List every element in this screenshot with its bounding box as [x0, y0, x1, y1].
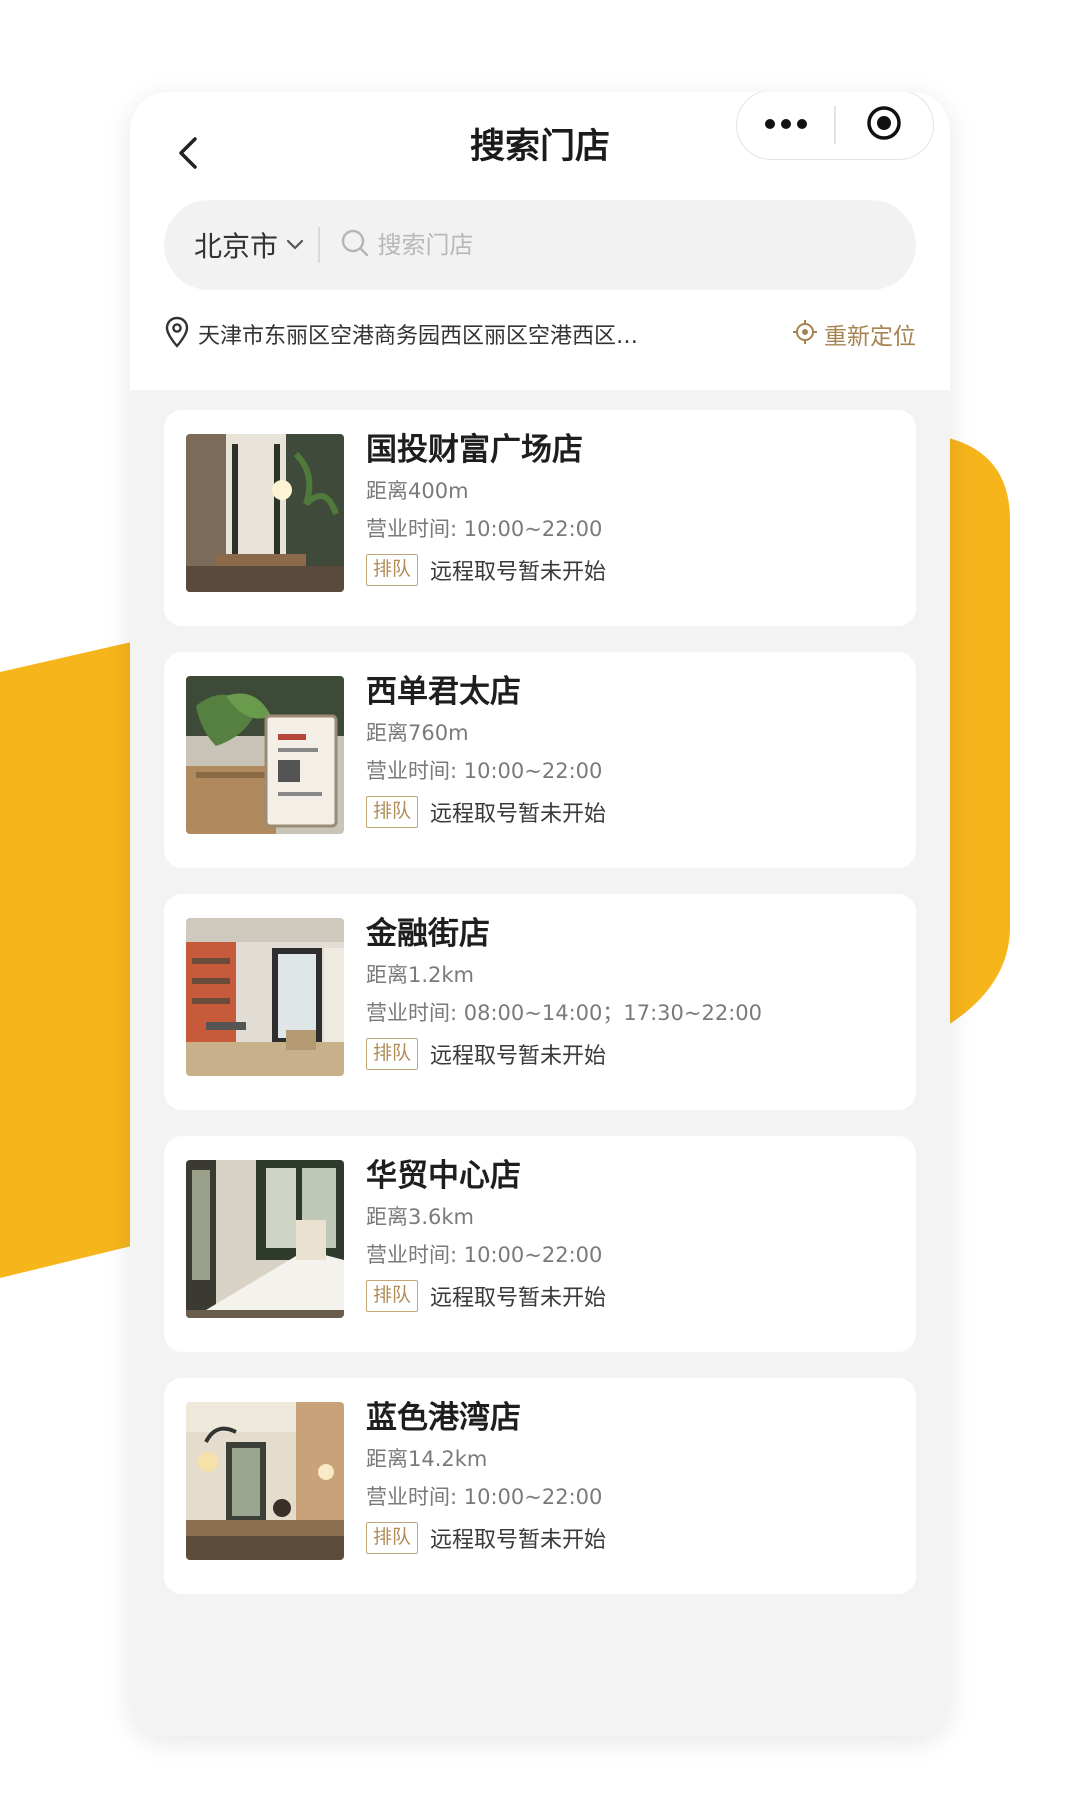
store-photo: [186, 676, 344, 834]
store-card[interactable]: 国投财富广场店 距离400m 营业时间: 10:00~22:00 排队 远程取号…: [164, 410, 916, 626]
close-mini-program-button[interactable]: [836, 92, 933, 159]
more-button[interactable]: [737, 92, 834, 159]
queue-status: 远程取号暂未开始: [430, 802, 607, 827]
search-field[interactable]: [340, 200, 916, 290]
relocate-label: 重新定位: [824, 324, 916, 350]
store-distance: 距离14.2km: [366, 1447, 488, 1471]
city-selector[interactable]: 北京市: [164, 200, 318, 290]
store-name: 西单君太店: [366, 674, 521, 710]
store-distance: 距离760m: [366, 721, 469, 745]
queue-status: 远程取号暂未开始: [430, 1286, 607, 1311]
queue-status: 远程取号暂未开始: [430, 1528, 607, 1553]
city-label: 北京市: [194, 230, 279, 263]
store-info: 华贸中心店 距离3.6km 营业时间: 10:00~22:00 排队 远程取号暂…: [366, 1158, 606, 1312]
queue-row: 排队 远程取号暂未开始: [366, 554, 606, 586]
relocate-button[interactable]: 重新定位: [792, 317, 916, 351]
queue-badge: 排队: [366, 1522, 419, 1554]
search-bar: 北京市: [164, 200, 916, 290]
mini-program-capsule: [736, 92, 934, 160]
search-divider: [318, 227, 320, 263]
store-distance: 距离3.6km: [366, 1205, 475, 1229]
store-card[interactable]: 蓝色港湾店 距离14.2km 营业时间: 10:00~22:00 排队 远程取号…: [164, 1378, 916, 1594]
queue-badge: 排队: [366, 1038, 419, 1070]
more-dots-icon: [764, 116, 808, 135]
chevron-down-icon: [286, 236, 304, 255]
queue-row: 排队 远程取号暂未开始: [366, 796, 606, 828]
current-address: 天津市东丽区空港商务园西区丽区空港西区…: [198, 324, 639, 349]
store-distance: 距离400m: [366, 479, 469, 503]
store-name: 金融街店: [366, 916, 490, 952]
store-distance: 距离1.2km: [366, 963, 475, 987]
current-location-row: 天津市东丽区空港商务园西区丽区空港西区… 重新定位: [164, 306, 916, 362]
queue-badge: 排队: [366, 554, 419, 586]
store-hours: 营业时间: 10:00~22:00: [366, 1243, 603, 1267]
record-circle-icon: [865, 104, 903, 146]
phone-screen: 搜索门店 北京市 搜索门店 天津市东丽区空港商务园西区丽区空港西区… 重新定位 …: [130, 92, 950, 1736]
store-info: 蓝色港湾店 距离14.2km 营业时间: 10:00~22:00 排队 远程取号…: [366, 1400, 606, 1554]
header-area: 搜索门店 北京市 搜索门店 天津市东丽区空港商务园西区丽区空港西区… 重新定位: [130, 92, 950, 390]
store-photo: [186, 434, 344, 592]
queue-badge: 排队: [366, 1280, 419, 1312]
store-list: 国投财富广场店 距离400m 营业时间: 10:00~22:00 排队 远程取号…: [164, 410, 916, 1620]
queue-row: 排队 远程取号暂未开始: [366, 1522, 606, 1554]
store-info: 西单君太店 距离760m 营业时间: 10:00~22:00 排队 远程取号暂未…: [366, 674, 606, 828]
queue-status: 远程取号暂未开始: [430, 560, 607, 585]
queue-row: 排队 远程取号暂未开始: [366, 1038, 762, 1070]
search-input[interactable]: [377, 231, 798, 259]
store-name: 蓝色港湾店: [366, 1400, 521, 1436]
queue-status: 远程取号暂未开始: [430, 1044, 607, 1069]
queue-badge: 排队: [366, 796, 419, 828]
store-photo: [186, 1402, 344, 1560]
store-card[interactable]: 金融街店 距离1.2km 营业时间: 08:00~14:00；17:30~22:…: [164, 894, 916, 1110]
store-hours: 营业时间: 10:00~22:00: [366, 1485, 603, 1509]
map-pin-icon: [164, 316, 190, 352]
queue-row: 排队 远程取号暂未开始: [366, 1280, 606, 1312]
store-info: 国投财富广场店 距离400m 营业时间: 10:00~22:00 排队 远程取号…: [366, 432, 606, 586]
search-icon: [340, 228, 370, 262]
store-hours: 营业时间: 10:00~22:00: [366, 759, 603, 783]
store-name: 华贸中心店: [366, 1158, 521, 1194]
store-photo: [186, 918, 344, 1076]
store-name: 国投财富广场店: [366, 432, 583, 468]
store-photo: [186, 1160, 344, 1318]
store-card[interactable]: 西单君太店 距离760m 营业时间: 10:00~22:00 排队 远程取号暂未…: [164, 652, 916, 868]
store-hours: 营业时间: 08:00~14:00；17:30~22:00: [366, 1001, 763, 1025]
store-info: 金融街店 距离1.2km 营业时间: 08:00~14:00；17:30~22:…: [366, 916, 763, 1070]
locate-crosshair-icon: [792, 319, 818, 349]
store-hours: 营业时间: 10:00~22:00: [366, 517, 603, 541]
store-card[interactable]: 华贸中心店 距离3.6km 营业时间: 10:00~22:00 排队 远程取号暂…: [164, 1136, 916, 1352]
